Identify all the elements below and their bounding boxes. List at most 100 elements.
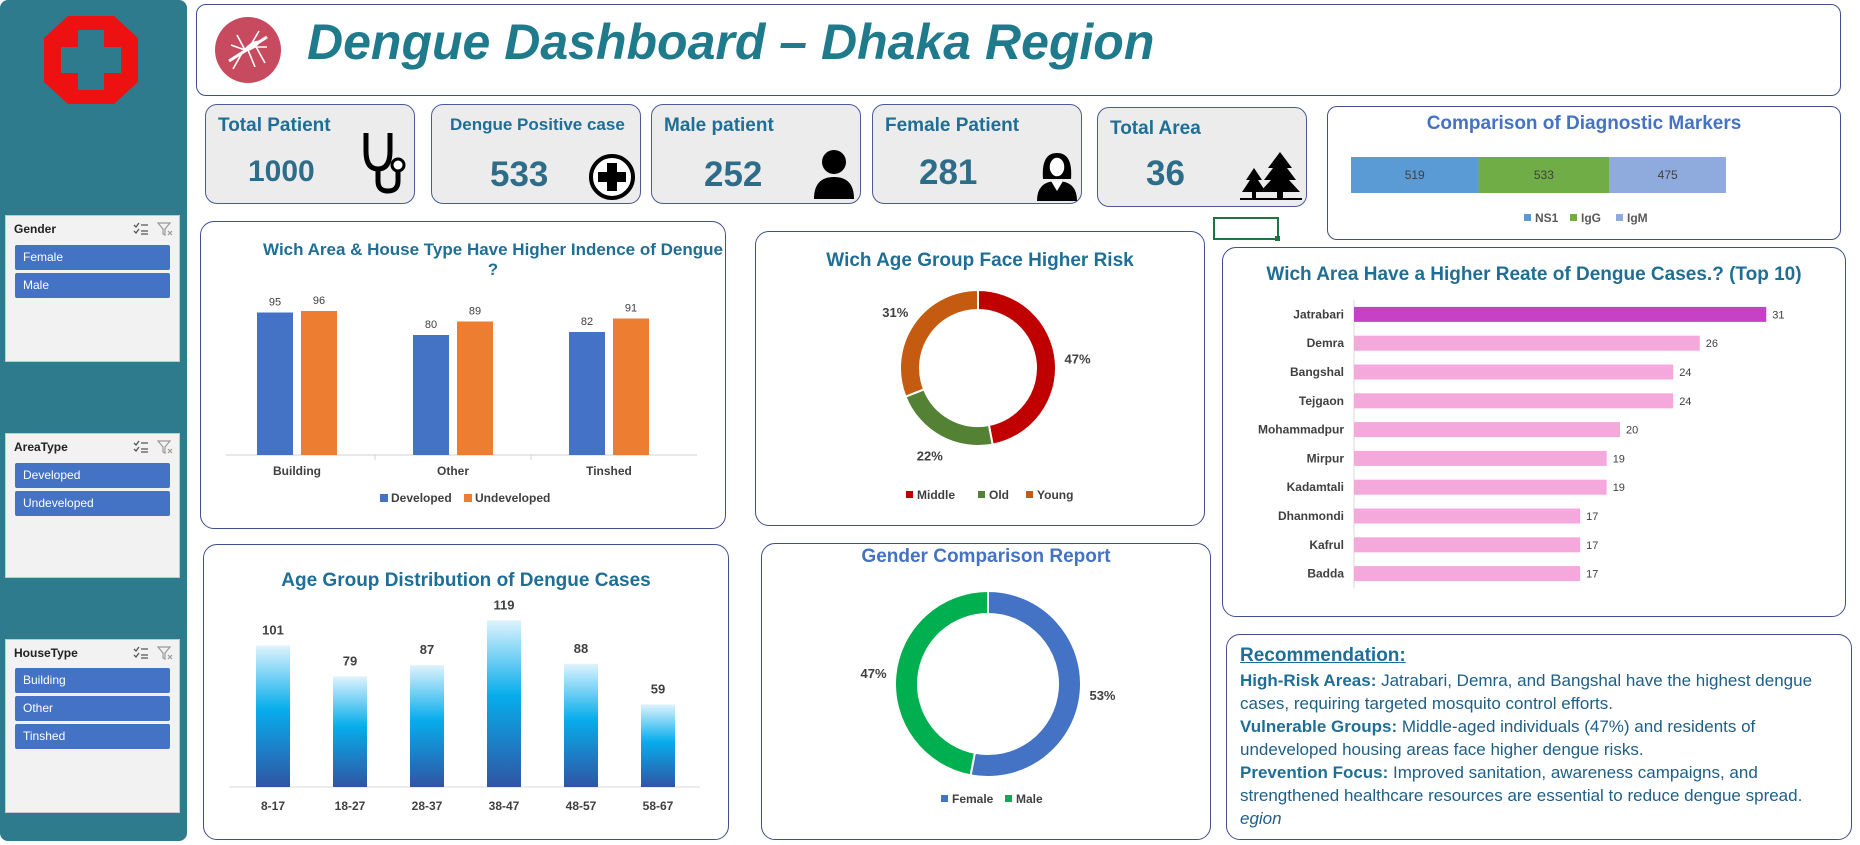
recommendation-label: High-Risk Areas: — [1240, 671, 1377, 690]
data-label: 17 — [1586, 540, 1598, 552]
medical-cross-logo-icon — [44, 16, 138, 104]
category-label: Bangshal — [1290, 365, 1344, 379]
page-title: Dengue Dashboard – Dhaka Region — [307, 14, 1155, 70]
category-label: Other — [437, 464, 469, 478]
donut-slice — [977, 288, 1057, 446]
areatype-slicer: AreaType Developed Undeveloped — [5, 433, 180, 578]
data-label: 519 — [1405, 168, 1425, 182]
data-label: 95 — [269, 297, 281, 309]
recommendation-label: Vulnerable Groups: — [1240, 717, 1398, 736]
kpi-value: 252 — [704, 155, 763, 194]
kpi-label: Female Patient — [885, 115, 1020, 136]
data-label: 91 — [625, 303, 637, 315]
bar — [1354, 364, 1674, 380]
data-label: 89 — [469, 306, 481, 318]
bar — [333, 676, 367, 787]
recommendation-heading: Recommendation: — [1240, 645, 1406, 666]
category-label: Kadamtali — [1287, 480, 1344, 494]
kpi-male-patient: Male patient 252 — [651, 104, 861, 204]
bar — [1354, 335, 1700, 351]
gender-comparison-panel: Gender Comparison Report 53% 47% Female Mal… — [761, 543, 1211, 840]
cell-fill-handle[interactable] — [1275, 236, 1280, 241]
diagnostic-markers-panel: Comparison of Diagnostic Markers 519 533 4… — [1327, 106, 1841, 240]
donut-slice — [904, 388, 994, 447]
data-label: 31 — [1772, 309, 1784, 321]
legend-label: Undeveloped — [475, 491, 550, 505]
data-label: 79 — [343, 653, 357, 668]
housetype-slicer: HouseType Building Other Tinshed — [5, 639, 180, 813]
kpi-label: Total Patient — [218, 115, 331, 136]
data-label: 22% — [917, 449, 943, 464]
data-label: 96 — [313, 295, 325, 307]
housetype-option-other[interactable]: Other — [15, 696, 170, 721]
recommendation-panel: Recommendation: High-Risk Areas: Jatraba… — [1226, 634, 1852, 840]
legend-swatch — [1026, 491, 1033, 498]
mosquito-logo-icon — [215, 17, 281, 83]
category-label: Dhanmondi — [1278, 509, 1344, 523]
bar — [613, 318, 649, 455]
data-label: 26 — [1706, 338, 1718, 350]
housetype-slicer-title: HouseType — [14, 646, 78, 660]
areatype-option-developed[interactable]: Developed — [15, 463, 170, 488]
recommendation-label: Prevention Focus: — [1240, 763, 1389, 782]
areatype-option-undeveloped[interactable]: Undeveloped — [15, 491, 170, 516]
clear-filter-icon[interactable] — [157, 222, 173, 236]
header-banner: Dengue Dashboard – Dhaka Region — [196, 4, 1841, 96]
multi-select-icon[interactable] — [133, 646, 149, 660]
recommendation-item: High-Risk Areas: Jatrabari, Demra, and B… — [1240, 669, 1841, 715]
multi-select-icon[interactable] — [133, 222, 149, 236]
multi-select-icon[interactable] — [133, 440, 149, 454]
bar — [413, 335, 449, 455]
category-label: 58-67 — [643, 799, 674, 813]
legend-label: IgM — [1627, 211, 1648, 225]
plus-circle-icon — [589, 154, 635, 200]
data-label: 101 — [262, 623, 284, 638]
gender-slicer-title: Gender — [14, 222, 57, 236]
legend-label: Developed — [391, 491, 452, 505]
category-label: 28-37 — [412, 799, 443, 813]
gender-slicer: Gender Female Male — [5, 215, 180, 362]
data-label: 88 — [574, 641, 588, 656]
housetype-option-building[interactable]: Building — [15, 668, 170, 693]
kpi-label: Total Area — [1110, 118, 1201, 139]
legend-swatch — [941, 795, 948, 802]
legend-label: Middle — [917, 488, 955, 502]
data-label: 47% — [1065, 352, 1091, 367]
top10-areas-chart: 31 Jatrabari 26 Demra 24 Bangshal 24 Tejgaon 20 M… — [1258, 300, 1785, 588]
legend-swatch — [978, 491, 985, 498]
data-label: 59 — [651, 681, 665, 696]
legend-label: NS1 — [1535, 211, 1559, 225]
kpi-value: 281 — [919, 153, 978, 192]
donut-slice — [969, 589, 1082, 778]
legend-swatch — [906, 491, 913, 498]
age-group-risk-panel: Wich Age Group Face Higher Risk 47% 22% 31… — [755, 231, 1205, 526]
data-label: 24 — [1679, 367, 1691, 379]
kpi-total-patient: Total Patient 1000 — [205, 104, 415, 204]
bar — [410, 665, 444, 787]
recommendation-trailing-text: egion — [1240, 809, 1282, 828]
category-label: 38-47 — [489, 799, 520, 813]
category-label: Mohammadpur — [1258, 423, 1344, 437]
age-group-risk-chart: 47% 22% 31% Middle Old Young — [882, 288, 1091, 502]
clear-filter-icon[interactable] — [157, 646, 173, 660]
diagnostic-markers-chart: 519 533 475 NS1 IgG IgM — [1351, 157, 1726, 225]
data-label: 533 — [1534, 168, 1554, 182]
areatype-slicer-title: AreaType — [14, 440, 68, 454]
gender-option-male[interactable]: Male — [15, 273, 170, 298]
legend-label: Male — [1016, 792, 1043, 806]
legend-swatch — [1616, 214, 1623, 221]
category-label: Jatrabari — [1293, 307, 1344, 321]
bar — [1354, 393, 1674, 409]
chart-title: Comparison of Diagnostic Markers — [1426, 113, 1742, 134]
kpi-dengue-positive: Dengue Positive case 533 — [431, 104, 641, 204]
data-label: 24 — [1679, 396, 1691, 408]
bar — [487, 620, 521, 787]
category-label: Kafrul — [1309, 538, 1344, 552]
selected-cell[interactable] — [1213, 217, 1279, 240]
gender-option-female[interactable]: Female — [15, 245, 170, 270]
recommendation-item: Vulnerable Groups: Middle-aged individua… — [1240, 715, 1841, 761]
housetype-option-tinshed[interactable]: Tinshed — [15, 724, 170, 749]
data-label: 119 — [494, 597, 515, 612]
clear-filter-icon[interactable] — [157, 440, 173, 454]
legend-swatch — [1524, 214, 1531, 221]
